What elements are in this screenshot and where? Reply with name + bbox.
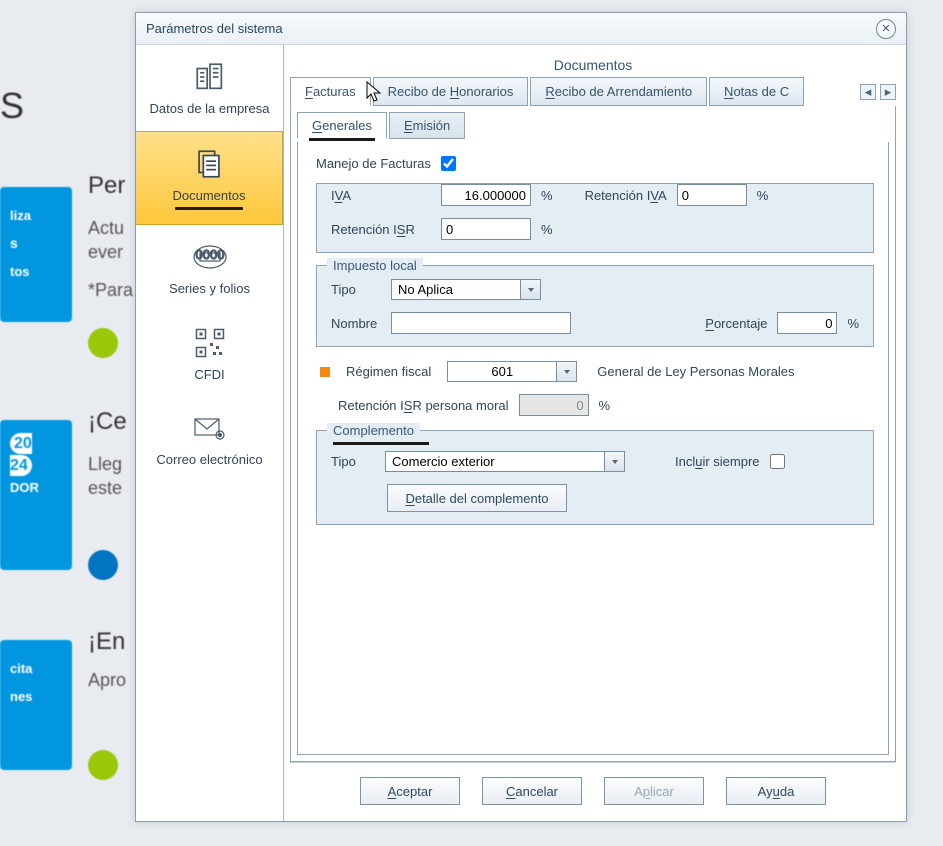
system-params-dialog: Parámetros del sistema ✕ Datos de la emp… xyxy=(135,12,907,822)
detalle-complemento-button[interactable]: Detalle del complemento xyxy=(387,484,567,512)
incluir-label: Incluir siempre xyxy=(675,454,760,469)
main-panel: Documentos Facturas Recibo de Honorarios… xyxy=(284,45,906,821)
chevron-down-icon[interactable] xyxy=(557,361,577,382)
tab-honorarios[interactable]: Recibo de Honorarios xyxy=(373,77,529,106)
il-tipo-label: Tipo xyxy=(331,282,381,297)
il-porcentaje-label: Porcentaje xyxy=(705,316,767,331)
sidebar: Datos de la empresa Documentos 0000 Seri… xyxy=(136,45,284,821)
percent-label: % xyxy=(541,188,553,203)
buildings-icon xyxy=(192,59,228,95)
aceptar-button[interactable]: Aceptar xyxy=(360,777,460,805)
sidebar-item-label: Series y folios xyxy=(169,281,250,297)
subtab-emision[interactable]: Emisión xyxy=(389,112,465,139)
mail-gear-icon xyxy=(192,410,228,446)
il-tipo-dropdown[interactable]: No Aplica xyxy=(391,279,541,300)
subtab-underline xyxy=(309,138,375,141)
bg-letter-s: S xyxy=(0,85,24,127)
ret-isr-label: Retención ISR xyxy=(331,222,431,237)
iva-label: IVA xyxy=(331,188,431,203)
close-icon[interactable]: ✕ xyxy=(876,19,896,39)
impuesto-local-title: Impuesto local xyxy=(327,258,423,273)
ret-isr-input[interactable] xyxy=(441,218,531,240)
section-title: Documentos xyxy=(290,51,896,77)
sidebar-item-empresa[interactable]: Datos de la empresa xyxy=(136,45,283,131)
dialog-title: Parámetros del sistema xyxy=(146,21,283,36)
sidebar-item-label: CFDI xyxy=(194,367,224,383)
sidebar-item-label: Documentos xyxy=(173,188,246,204)
complemento-title: Complemento xyxy=(327,423,420,438)
selection-underline xyxy=(175,207,243,210)
percent-label4: % xyxy=(847,316,859,331)
il-tipo-value: No Aplica xyxy=(391,279,521,300)
tab-scroll-right[interactable]: ▸ xyxy=(880,84,896,100)
titlebar: Parámetros del sistema ✕ xyxy=(136,13,906,45)
percent-label3: % xyxy=(541,222,553,237)
chevron-down-icon[interactable] xyxy=(605,451,625,472)
percent-label2: % xyxy=(757,188,769,203)
dialog-buttons: Aceptar Cancelar Aplicar Ayuda xyxy=(290,762,896,815)
regimen-desc: General de Ley Personas Morales xyxy=(597,364,794,379)
complemento-group: Complemento Tipo Comercio exterior Incl xyxy=(316,430,874,525)
subtab-generales[interactable]: Generales xyxy=(297,112,387,139)
chevron-down-icon[interactable] xyxy=(521,279,541,300)
percent-label5: % xyxy=(599,398,611,413)
tab-arrendamiento[interactable]: Recibo de Arrendamiento xyxy=(530,77,707,106)
regimen-code: 601 xyxy=(447,361,557,382)
generales-content: Manejo de Facturas IVA % Retención IVA xyxy=(297,142,889,755)
doc-type-tabs: Facturas Recibo de Honorarios Recibo de … xyxy=(290,77,896,106)
ret-isr-pm-input xyxy=(519,394,589,416)
sidebar-item-label: Correo electrónico xyxy=(156,452,262,468)
cancelar-button[interactable]: Cancelar xyxy=(482,777,582,805)
sidebar-item-documentos[interactable]: Documentos xyxy=(136,131,283,226)
ret-isr-pm-label: Retención ISR persona moral xyxy=(338,398,509,413)
il-nombre-label: Nombre xyxy=(331,316,381,331)
comp-tipo-dropdown[interactable]: Comercio exterior xyxy=(385,451,625,472)
ret-iva-input[interactable] xyxy=(677,184,747,206)
il-porcentaje-input[interactable] xyxy=(777,312,837,334)
ret-iva-label: Retención IVA xyxy=(585,188,667,203)
aplicar-button: Aplicar xyxy=(604,777,704,805)
il-nombre-input[interactable] xyxy=(391,312,571,334)
ayuda-button[interactable]: Ayuda xyxy=(726,777,826,805)
comp-tipo-label: Tipo xyxy=(331,454,375,469)
iva-input[interactable] xyxy=(441,184,531,206)
qr-icon xyxy=(192,325,228,361)
sidebar-item-correo[interactable]: Correo electrónico xyxy=(136,396,283,482)
documents-icon xyxy=(191,146,227,182)
bg-card-1: liza s tos xyxy=(0,187,72,322)
impuesto-local-group: Impuesto local Tipo No Aplica Nombre xyxy=(316,265,874,347)
regimen-label: Régimen fiscal xyxy=(346,364,431,379)
tab-scroll-left[interactable]: ◂ xyxy=(860,84,876,100)
comp-tipo-value: Comercio exterior xyxy=(385,451,605,472)
counter-icon: 0000 xyxy=(192,239,228,275)
incluir-checkbox[interactable] xyxy=(770,454,785,469)
bg-card-3: cita nes xyxy=(0,640,72,770)
required-marker-icon xyxy=(320,367,330,377)
manejo-checkbox[interactable] xyxy=(441,156,456,171)
tab-facturas[interactable]: Facturas xyxy=(290,77,371,106)
tab-notas[interactable]: Notas de C xyxy=(709,77,804,106)
sidebar-item-cfdi[interactable]: CFDI xyxy=(136,311,283,397)
complemento-underline xyxy=(333,442,429,445)
manejo-label: Manejo de Facturas xyxy=(316,156,431,171)
svg-text:0000: 0000 xyxy=(195,247,224,262)
regimen-dropdown[interactable]: 601 xyxy=(447,361,577,382)
facturas-panel: Generales Emisión Manejo de Facturas IVA xyxy=(290,106,896,762)
sidebar-item-series[interactable]: 0000 Series y folios xyxy=(136,225,283,311)
tax-group: IVA % Retención IVA % Retención ISR xyxy=(316,183,874,253)
bg-card-2: 2024 DOR xyxy=(0,420,72,570)
sidebar-item-label: Datos de la empresa xyxy=(150,101,270,117)
